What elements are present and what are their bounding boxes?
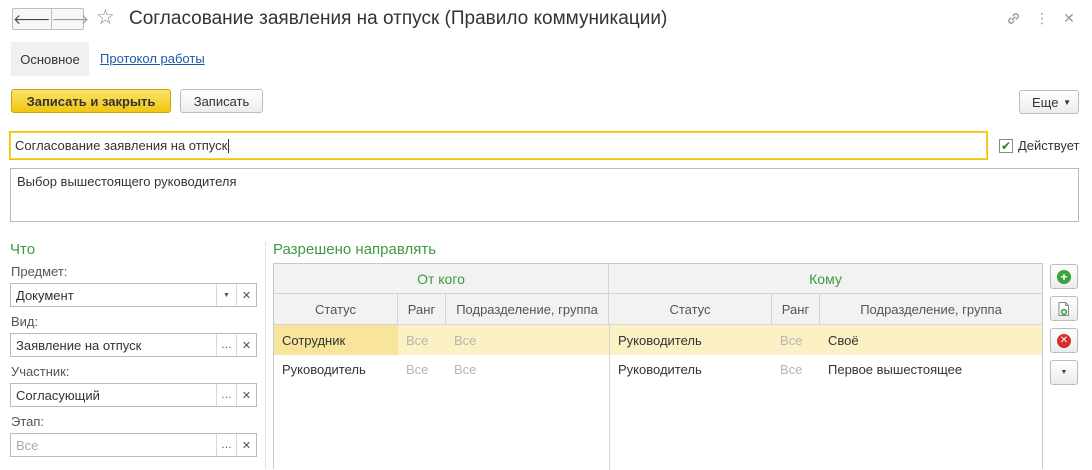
table-cell[interactable]: Все	[446, 355, 609, 384]
subject-value: Документ	[16, 287, 74, 303]
link-icon-svg	[1007, 12, 1019, 24]
table-cell[interactable]: Руководитель	[609, 355, 772, 384]
clear-button[interactable]: ✕	[236, 384, 256, 406]
stage-label: Этап:	[11, 414, 45, 429]
group-separator	[265, 242, 266, 469]
delete-row-button[interactable]: ✕	[1050, 328, 1078, 353]
forward-button[interactable]: 🡒	[50, 9, 90, 29]
table-cell[interactable]: Руководитель	[609, 325, 772, 355]
chevron-down-icon: ▼	[1063, 97, 1071, 107]
active-checkbox-label[interactable]: Действует	[1018, 138, 1079, 154]
select-button[interactable]: …	[216, 434, 236, 456]
ellipsis-icon: …	[221, 339, 232, 351]
plus-icon: +	[1057, 269, 1071, 284]
what-group-title: Что	[10, 241, 36, 258]
table-cell[interactable]: Все	[772, 325, 820, 355]
column-divider	[609, 384, 610, 470]
kind-field[interactable]: Заявление на отпуск … ✕	[10, 333, 257, 357]
select-button[interactable]: …	[216, 334, 236, 356]
participant-field[interactable]: Согласующий … ✕	[10, 383, 257, 407]
column-header-from-rank[interactable]: Ранг	[398, 294, 446, 325]
subject-label: Предмет:	[11, 264, 68, 279]
close-icon: ✕	[241, 389, 252, 402]
close-icon: ✕	[241, 289, 252, 302]
chevron-down-icon: ▼	[1060, 369, 1068, 376]
stage-placeholder: Все	[16, 437, 39, 453]
table-cell[interactable]: Руководитель	[274, 355, 398, 384]
dropdown-button[interactable]: ▼	[216, 284, 236, 306]
table-cell[interactable]: Своё	[820, 325, 1042, 355]
copy-row-button[interactable]	[1050, 296, 1078, 321]
close-icon: ✕	[241, 339, 252, 352]
kind-value: Заявление на отпуск	[16, 337, 142, 353]
table-cell[interactable]: Все	[446, 325, 609, 355]
text-cursor	[228, 138, 230, 153]
delete-icon: ✕	[1057, 333, 1071, 348]
add-row-button[interactable]: +	[1050, 264, 1078, 289]
allowed-group-title: Разрешено направлять	[273, 241, 437, 258]
link-icon[interactable]	[1004, 9, 1022, 27]
tab-log-link[interactable]: Протокол работы	[100, 51, 205, 67]
history-nav: 🡐 🡒	[12, 8, 89, 30]
more-actions-button[interactable]: ▼	[1050, 360, 1078, 385]
tab-main[interactable]: Основное	[11, 42, 89, 76]
chevron-down-icon: ▼	[223, 291, 230, 299]
back-button[interactable]: 🡐	[13, 9, 51, 29]
column-group-from: От кого	[274, 264, 609, 294]
table-cell[interactable]: Первое вышестоящее	[820, 355, 1042, 384]
table-cell[interactable]: Все	[398, 325, 446, 355]
close-icon: ✕	[241, 439, 252, 452]
table-cell[interactable]: Все	[772, 355, 820, 384]
stage-field[interactable]: Все … ✕	[10, 433, 257, 457]
routes-table[interactable]: От кого Кому Статус Ранг Подразделение, …	[273, 263, 1043, 470]
clear-button[interactable]: ✕	[236, 334, 256, 356]
participant-label: Участник:	[11, 364, 70, 379]
participant-value: Согласующий	[16, 387, 100, 403]
name-input-value: Согласование заявления на отпуск	[15, 138, 228, 153]
column-header-to-status[interactable]: Статус	[609, 294, 772, 325]
column-header-to-unit[interactable]: Подразделение, группа	[820, 294, 1042, 325]
column-header-to-rank[interactable]: Ранг	[772, 294, 820, 325]
description-textarea[interactable]: Выбор вышестоящего руководителя	[10, 168, 1079, 222]
table-cell[interactable]: Сотрудник	[274, 325, 398, 355]
copy-document-icon	[1058, 301, 1069, 316]
column-header-from-status[interactable]: Статус	[274, 294, 398, 325]
arrow-right-icon: 🡒	[51, 10, 90, 27]
table-cell[interactable]: Все	[398, 355, 446, 384]
column-header-from-unit[interactable]: Подразделение, группа	[446, 294, 609, 325]
more-button-label: Еще	[1032, 94, 1059, 110]
arrow-left-icon: 🡐	[13, 10, 51, 27]
name-input[interactable]: Согласование заявления на отпуск	[9, 131, 988, 160]
column-group-to: Кому	[609, 264, 1042, 294]
kind-label: Вид:	[11, 314, 39, 329]
more-menu-icon[interactable]: ⋮	[1033, 9, 1051, 27]
select-button[interactable]: …	[216, 384, 236, 406]
close-icon[interactable]: ✕	[1060, 9, 1078, 27]
window-title: Согласование заявления на отпуск (Правил…	[129, 8, 668, 29]
clear-button[interactable]: ✕	[236, 284, 256, 306]
active-checkbox[interactable]: ✔	[999, 139, 1013, 153]
save-and-close-button[interactable]: Записать и закрыть	[11, 89, 171, 113]
favorite-star-icon[interactable]: ☆	[96, 6, 115, 30]
subject-field[interactable]: Документ ▼ ✕	[10, 283, 257, 307]
clear-button[interactable]: ✕	[236, 434, 256, 456]
more-button[interactable]: Еще ▼	[1019, 90, 1079, 114]
checkmark-icon: ✔	[1000, 139, 1012, 153]
save-button[interactable]: Записать	[180, 89, 263, 113]
ellipsis-icon: …	[221, 389, 232, 401]
ellipsis-icon: …	[221, 439, 232, 451]
